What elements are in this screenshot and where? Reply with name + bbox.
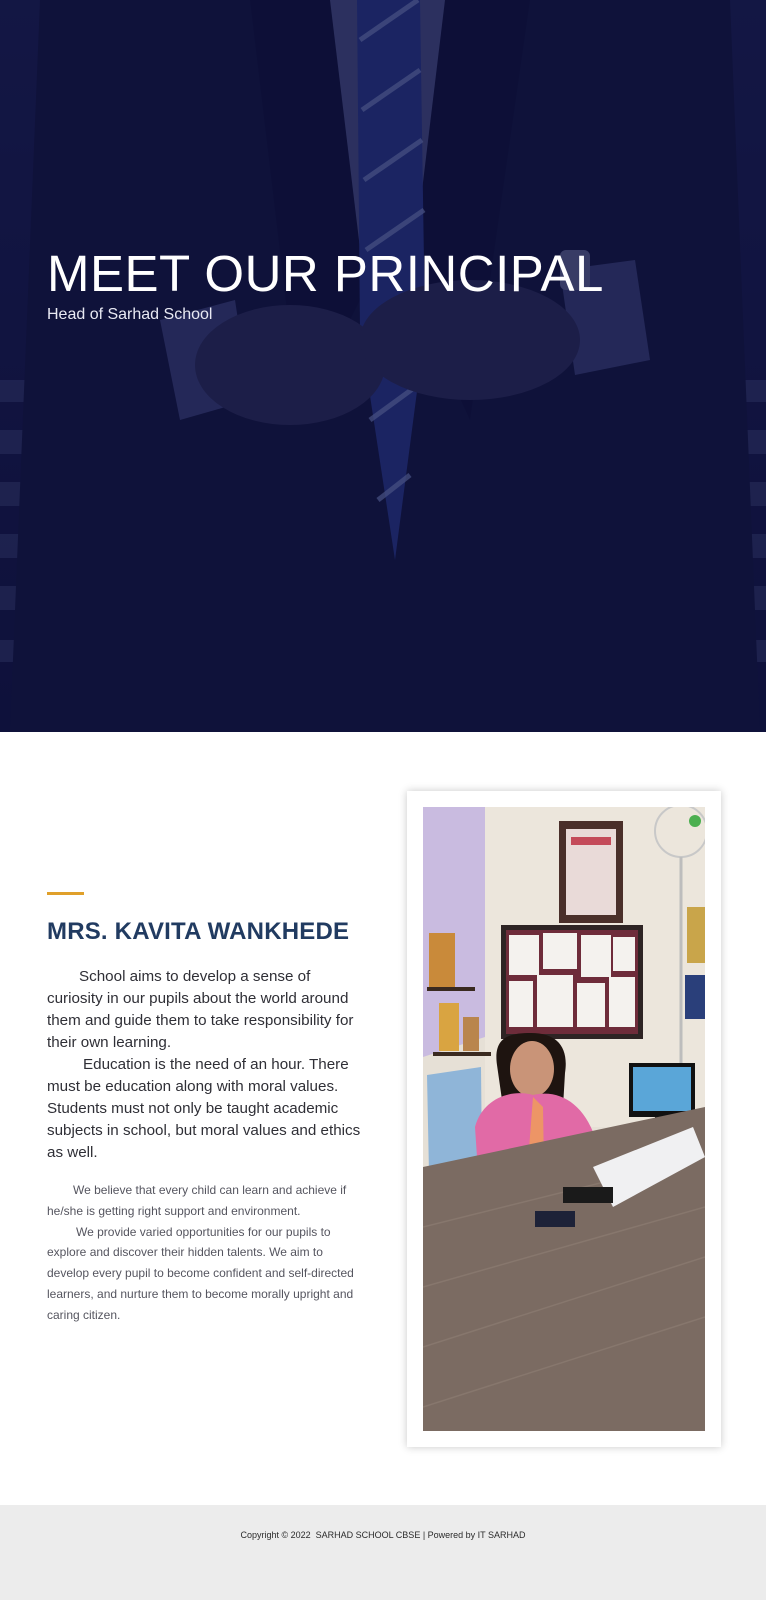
page-subtitle: Head of Sarhad School <box>47 306 213 323</box>
lead-message: School aims to develop a sense of curios… <box>47 966 367 1164</box>
principal-section: MRS. KAVITA WANKHEDE School aims to deve… <box>0 732 766 1505</box>
principal-photo-frame <box>407 791 721 1447</box>
copyright-text: Copyright © 2022 SARHAD SCHOOL CBSE | Po… <box>240 1530 526 1540</box>
accent-divider <box>47 892 84 895</box>
body-message: We believe that every child can learn an… <box>47 1180 359 1326</box>
principal-name: MRS. KAVITA WANKHEDE <box>47 918 350 945</box>
lead-paragraph: Education is the need of an hour. There … <box>47 1056 361 1161</box>
page-title: MEET OUR PRINCIPAL <box>47 245 604 302</box>
footer: Copyright © 2022 SARHAD SCHOOL CBSE | Po… <box>0 1505 766 1600</box>
lead-paragraph: School aims to develop a sense of curios… <box>47 968 354 1051</box>
principal-photo <box>423 807 705 1431</box>
hero-banner: MEET OUR PRINCIPAL Head of Sarhad School <box>0 0 766 732</box>
hero-overlay <box>0 0 766 732</box>
body-paragraph: We provide varied opportunities for our … <box>47 1224 354 1322</box>
body-paragraph: We believe that every child can learn an… <box>47 1183 347 1218</box>
